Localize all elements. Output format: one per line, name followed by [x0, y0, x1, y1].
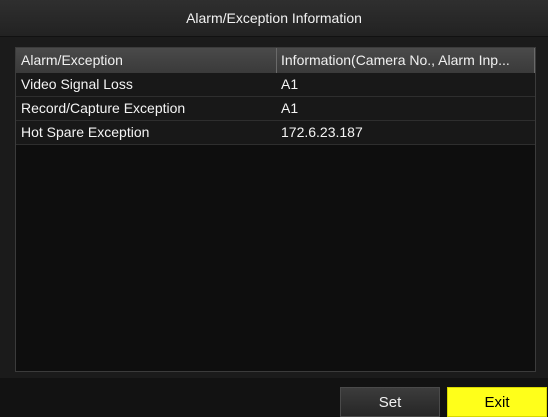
- alarm-info-cell: 172.6.23.187: [281, 124, 363, 140]
- alarm-exception-dialog: Alarm/Exception Information Alarm/Except…: [0, 0, 550, 417]
- table-header: Alarm/Exception Information(Camera No., …: [16, 48, 535, 74]
- table-row[interactable]: Hot Spare Exception 172.6.23.187: [16, 121, 535, 145]
- alarm-info-cell: A1: [281, 100, 299, 116]
- table-row[interactable]: Record/Capture Exception A1: [16, 97, 535, 121]
- alarm-type-cell: Record/Capture Exception: [21, 100, 186, 116]
- alarm-type-cell: Hot Spare Exception: [21, 124, 150, 140]
- table-body: Video Signal Loss A1 Record/Capture Exce…: [16, 73, 535, 145]
- dialog-title: Alarm/Exception Information: [0, 0, 548, 37]
- alarm-info-cell: A1: [281, 76, 299, 92]
- table-row[interactable]: Video Signal Loss A1: [16, 73, 535, 97]
- set-button[interactable]: Set: [340, 387, 440, 417]
- column-header-information[interactable]: Information(Camera No., Alarm Inp...: [277, 48, 535, 73]
- column-header-alarm-exception[interactable]: Alarm/Exception: [16, 48, 277, 73]
- alarm-type-cell: Video Signal Loss: [21, 76, 133, 92]
- alarm-exception-table: Alarm/Exception Information(Camera No., …: [15, 47, 536, 372]
- dialog-footer: Set Exit: [0, 378, 548, 417]
- exit-button[interactable]: Exit: [447, 387, 547, 417]
